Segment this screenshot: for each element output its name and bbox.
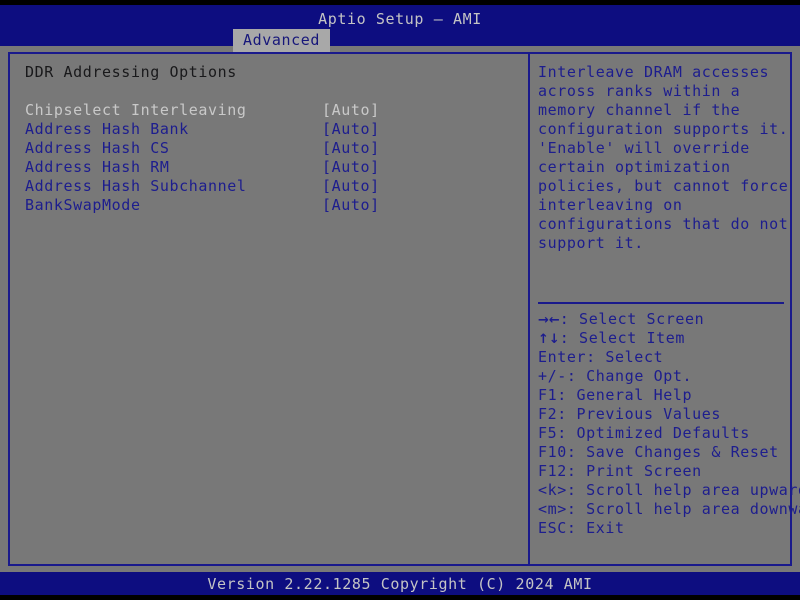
legend-text: : Print Screen: [566, 462, 702, 480]
legend-key: <k>: [538, 481, 567, 499]
legend-text: : General Help: [557, 386, 693, 404]
setting-row[interactable]: Address Hash RM [Auto]: [10, 158, 528, 177]
legend-item: →←: Select Screen: [534, 310, 792, 329]
bottom-black-strip: [0, 595, 800, 600]
setting-row[interactable]: Chipselect Interleaving [Auto]: [10, 101, 528, 120]
legend-item: F2: Previous Values: [534, 405, 792, 424]
setting-label: Address Hash Bank: [25, 120, 189, 138]
setting-row[interactable]: Address Hash Bank [Auto]: [10, 120, 528, 139]
legend-key: <m>: [538, 500, 567, 518]
footer-bar: Version 2.22.1285 Copyright (C) 2024 AMI: [0, 572, 800, 595]
legend-item: F1: General Help: [534, 386, 792, 405]
legend-key: F12: [538, 462, 567, 480]
legend-key: Enter: [538, 348, 587, 366]
help-pane: Interleave DRAM accesses across ranks wi…: [530, 54, 800, 564]
setting-value[interactable]: [Auto]: [322, 196, 380, 215]
setting-row[interactable]: BankSwapMode [Auto]: [10, 196, 528, 215]
tab-bar: Advanced: [0, 29, 800, 52]
tab-advanced[interactable]: Advanced: [233, 29, 331, 52]
legend-key: F10: [538, 443, 567, 461]
settings-pane: DDR Addressing Options Chipselect Interl…: [10, 54, 528, 564]
setting-value[interactable]: [Auto]: [322, 158, 380, 177]
version-text: Version 2.22.1285 Copyright (C) 2024 AMI: [207, 575, 593, 593]
legend-text: : Previous Values: [557, 405, 721, 423]
legend-text: : Select Screen: [559, 310, 705, 328]
legend-item: <m>: Scroll help area downwards: [534, 500, 800, 519]
arrow-keys-icon: ↑↓: [538, 332, 560, 347]
legend-text: : Save Changes & Reset: [566, 443, 779, 461]
legend-key: F2: [538, 405, 558, 423]
legend-item: F5: Optimized Defaults: [534, 424, 792, 443]
legend-text: : Scroll help area downwards: [566, 500, 800, 518]
section-title: DDR Addressing Options: [25, 63, 237, 81]
settings-list: Chipselect Interleaving [Auto] Address Has…: [10, 101, 528, 215]
setting-value[interactable]: [Auto]: [322, 101, 380, 120]
legend-text: : Select Item: [559, 329, 685, 347]
legend-key: +/-: [538, 367, 567, 385]
setting-value[interactable]: [Auto]: [322, 177, 380, 196]
setting-value[interactable]: [Auto]: [322, 139, 380, 158]
legend-text: : Exit: [566, 519, 625, 537]
bios-setup-screen: Aptio Setup – AMI Advanced DDR Addressin…: [0, 0, 800, 600]
setting-value[interactable]: [Auto]: [322, 120, 380, 139]
help-divider: [538, 302, 784, 304]
help-text: Interleave DRAM accesses across ranks wi…: [538, 63, 799, 252]
header-bar: Aptio Setup – AMI Advanced: [0, 5, 800, 52]
legend-text: : Scroll help area upwards: [566, 481, 800, 499]
legend-item: ESC: Exit: [534, 519, 792, 538]
setting-label: Address Hash CS: [25, 139, 170, 157]
setting-label: Chipselect Interleaving: [25, 101, 247, 119]
legend-item: Enter: Select: [534, 348, 792, 367]
legend-item: F12: Print Screen: [534, 462, 792, 481]
legend-item: <k>: Scroll help area upwards: [534, 481, 800, 500]
legend-key: F5: [538, 424, 558, 442]
legend-item: ↑↓: Select Item: [534, 329, 792, 348]
legend-item: F10: Save Changes & Reset: [534, 443, 792, 462]
legend-text: : Optimized Defaults: [557, 424, 750, 442]
setting-label: Address Hash Subchannel: [25, 177, 247, 195]
legend-text: : Change Opt.: [566, 367, 693, 385]
legend-key: F1: [538, 386, 558, 404]
page-title: Aptio Setup – AMI: [318, 10, 482, 28]
setting-row[interactable]: Address Hash Subchannel [Auto]: [10, 177, 528, 196]
legend-text: : Select: [586, 348, 664, 366]
setting-row[interactable]: Address Hash CS [Auto]: [10, 139, 528, 158]
arrow-keys-icon: →←: [538, 313, 560, 328]
legend-item: +/-: Change Opt.: [534, 367, 792, 386]
setting-label: Address Hash RM: [25, 158, 170, 176]
key-legend: →←: Select Screen ↑↓: Select Item Enter: S…: [534, 310, 800, 538]
legend-key: ESC: [538, 519, 567, 537]
setting-label: BankSwapMode: [25, 196, 141, 214]
